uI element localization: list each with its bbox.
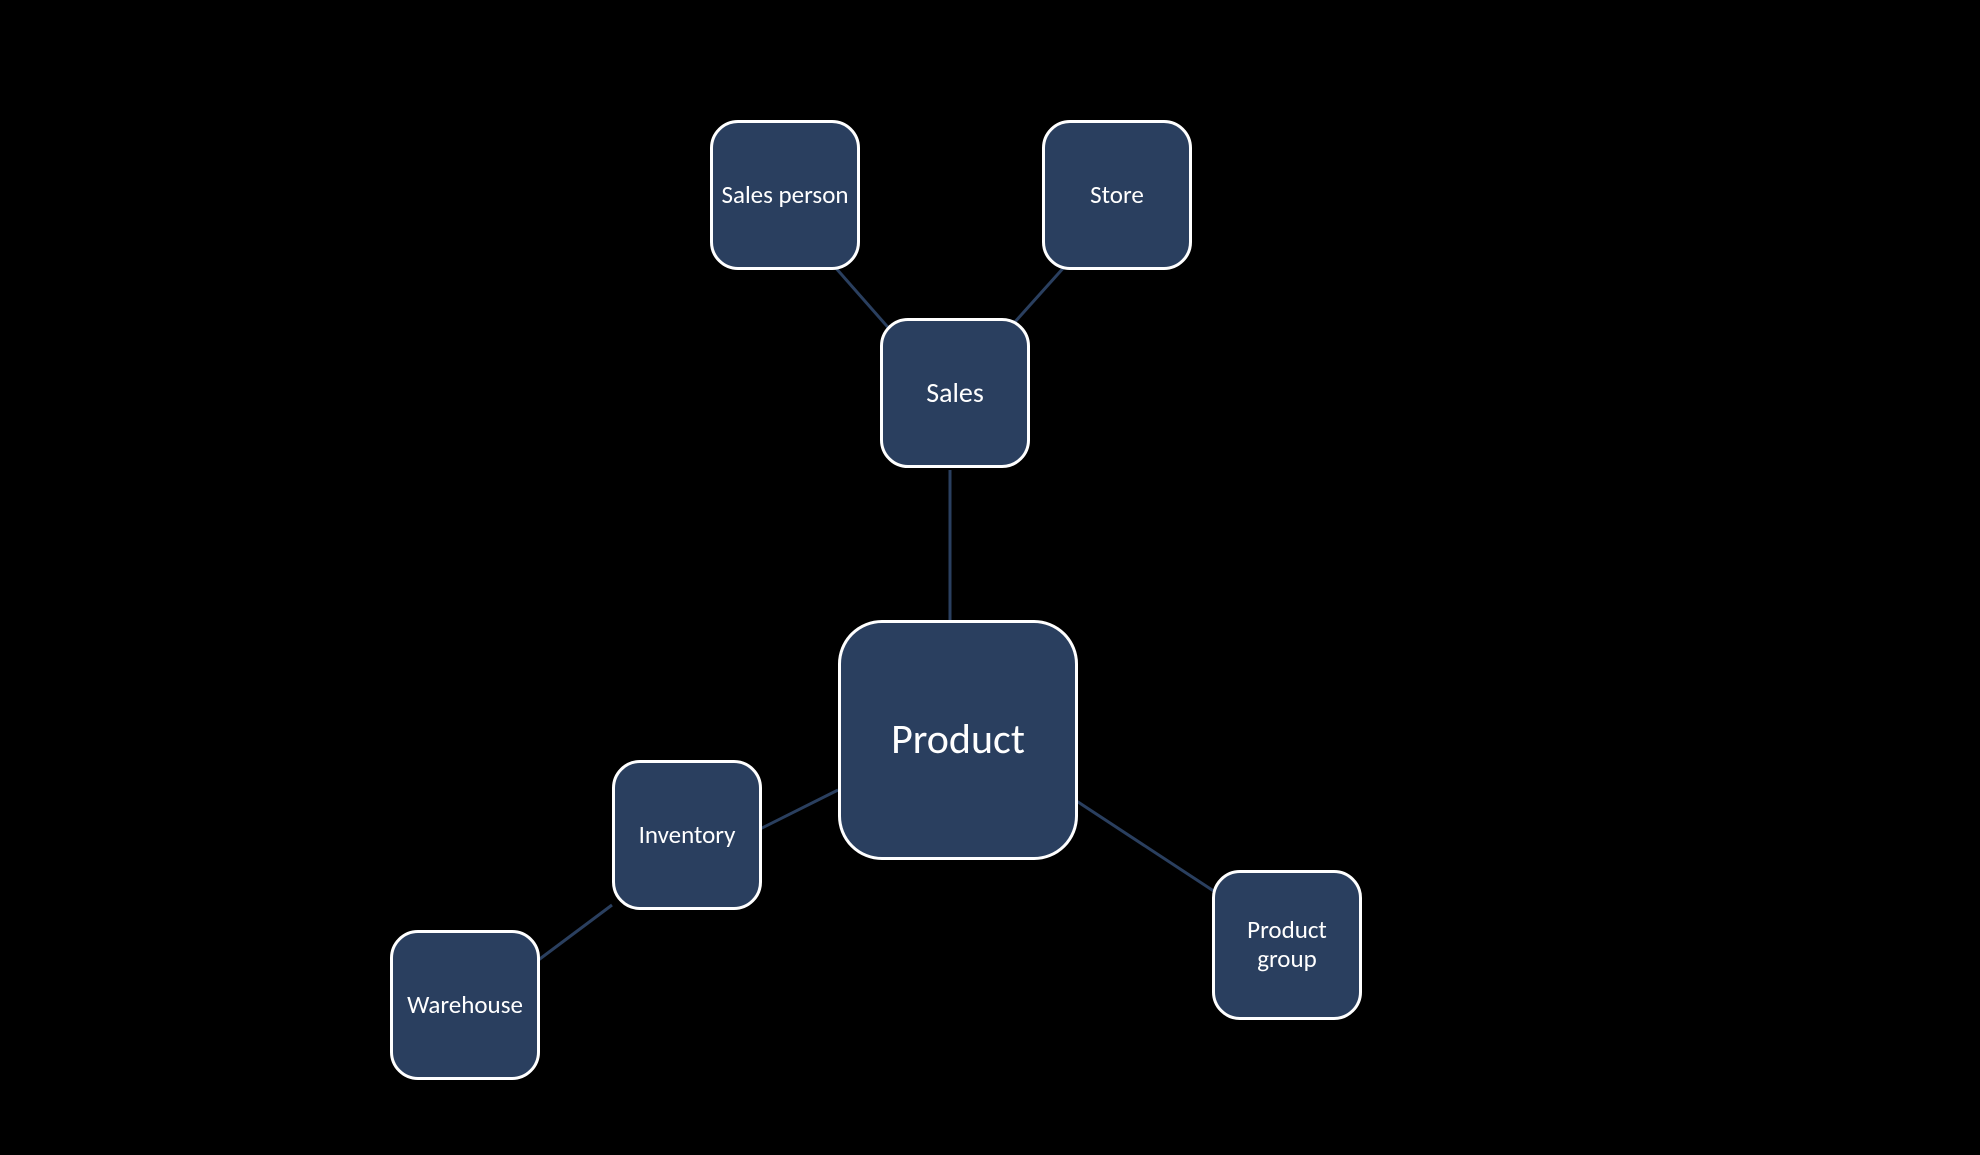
node-inventory-label: Inventory <box>639 821 736 850</box>
node-store-label: Store <box>1090 181 1144 210</box>
edge-product-productgroup <box>1075 800 1235 905</box>
node-product-group-label: Product group <box>1223 916 1351 974</box>
node-product-label: Product <box>891 716 1025 764</box>
node-store: Store <box>1042 120 1192 270</box>
node-warehouse-label: Warehouse <box>407 991 523 1020</box>
node-sales: Sales <box>880 318 1030 468</box>
edge-product-inventory <box>758 790 838 830</box>
node-inventory: Inventory <box>612 760 762 910</box>
connectors-layer <box>0 0 1980 1155</box>
node-warehouse: Warehouse <box>390 930 540 1080</box>
diagram-canvas: Product Sales Sales person Store Invento… <box>0 0 1980 1155</box>
node-product: Product <box>838 620 1078 860</box>
node-product-group: Product group <box>1212 870 1362 1020</box>
node-sales-label: Sales <box>926 377 984 409</box>
node-sales-person-label: Sales person <box>721 181 848 210</box>
node-sales-person: Sales person <box>710 120 860 270</box>
